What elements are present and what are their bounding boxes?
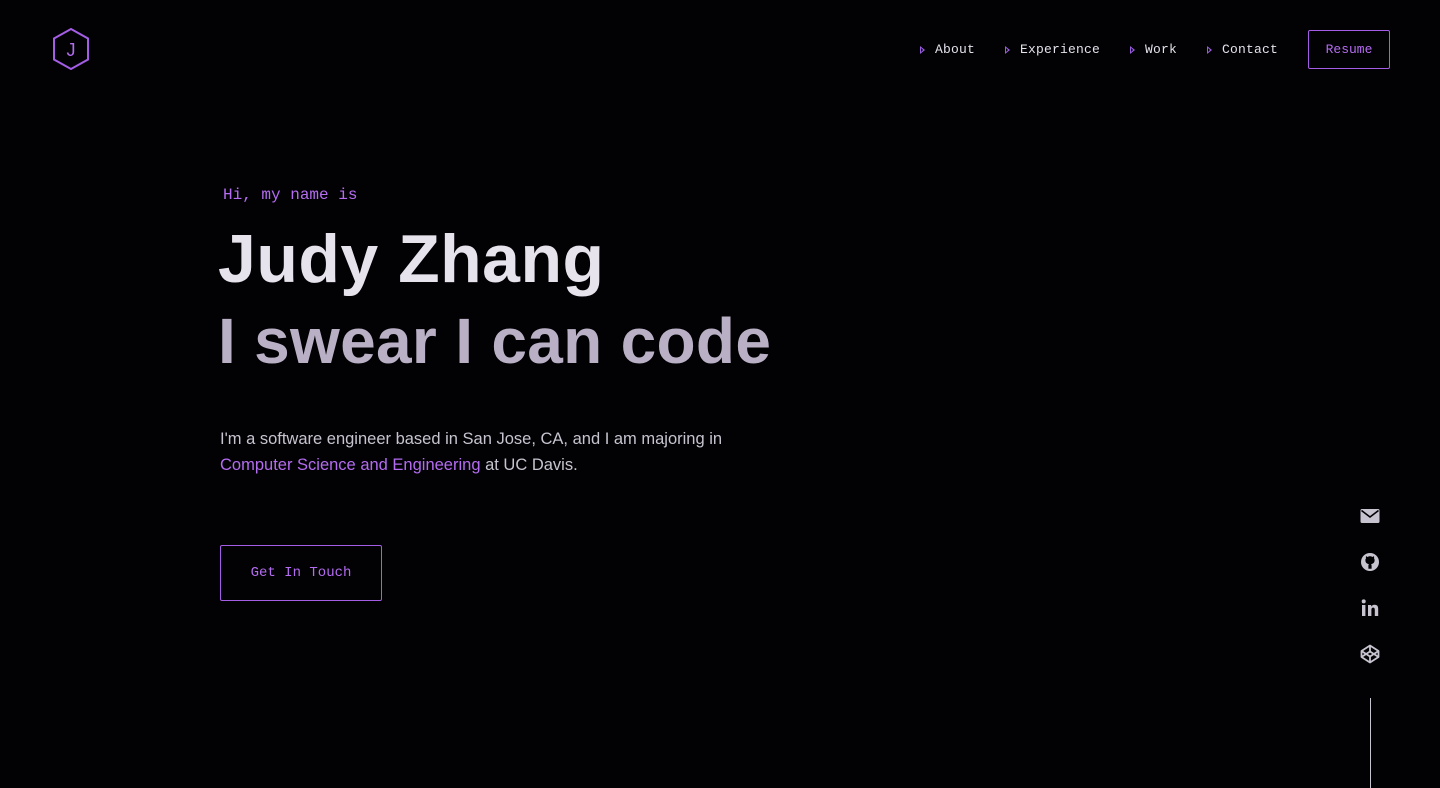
hexagon-logo-icon: J xyxy=(53,27,89,71)
intro-text: Hi, my name is xyxy=(223,186,358,204)
nav-item-label: About xyxy=(934,42,975,57)
linkedin-icon[interactable] xyxy=(1358,596,1382,620)
logo-letter: J xyxy=(67,40,76,60)
major-link[interactable]: Computer Science and Engineering xyxy=(220,456,481,474)
triangle-arrow-icon xyxy=(919,45,925,54)
nav-item-label: Work xyxy=(1144,42,1177,57)
triangle-arrow-icon xyxy=(1129,45,1135,54)
hero-tagline: I swear I can code xyxy=(218,305,772,377)
nav-item-work[interactable]: Work xyxy=(1129,42,1177,57)
codepen-icon[interactable] xyxy=(1358,642,1382,666)
triangle-arrow-icon xyxy=(1206,45,1212,54)
nav-item-label: Contact xyxy=(1221,42,1278,57)
logo[interactable]: J xyxy=(51,27,91,71)
nav-item-contact[interactable]: Contact xyxy=(1206,42,1278,57)
bio-text-end: at UC Davis. xyxy=(480,456,578,474)
nav-item-label: Experience xyxy=(1019,42,1100,57)
nav-item-about[interactable]: About xyxy=(919,42,975,57)
get-in-touch-button[interactable]: Get In Touch xyxy=(220,545,382,601)
top-nav: About Experience Work Contact Resume xyxy=(919,30,1390,69)
bio-text-start: I'm a software engineer based in San Jos… xyxy=(220,430,723,448)
triangle-arrow-icon xyxy=(1004,45,1010,54)
github-icon[interactable] xyxy=(1358,550,1382,574)
mail-icon[interactable] xyxy=(1358,504,1382,528)
social-links xyxy=(1358,504,1382,688)
hero-name: Judy Zhang xyxy=(218,221,605,297)
social-divider-line xyxy=(1370,698,1371,788)
nav-item-experience[interactable]: Experience xyxy=(1004,42,1100,57)
hero-bio: I'm a software engineer based in San Jos… xyxy=(220,426,740,478)
resume-button[interactable]: Resume xyxy=(1308,30,1390,69)
